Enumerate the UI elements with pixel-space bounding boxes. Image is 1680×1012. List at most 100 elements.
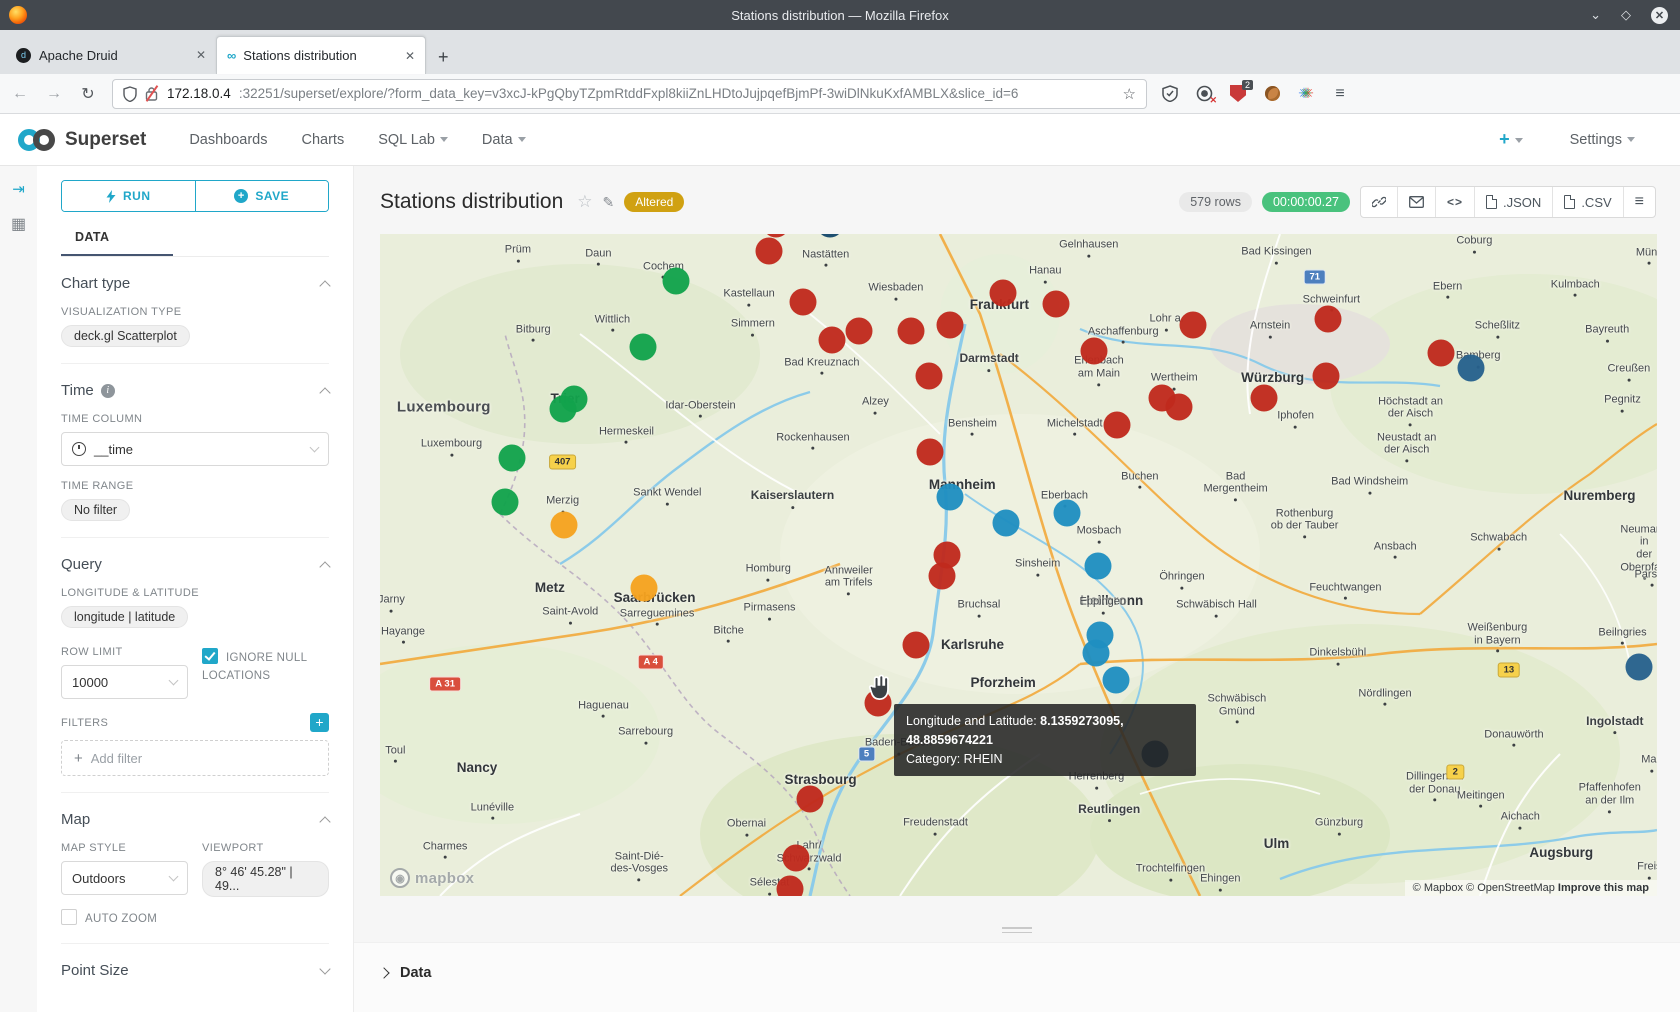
scatter-point[interactable] (783, 844, 810, 871)
scatter-point[interactable] (992, 510, 1019, 537)
deckgl-map[interactable]: PrümDaunNastättenGelnhausenHanauBad Kiss… (380, 234, 1657, 896)
colorful-extension-icon[interactable]: ✳ (1297, 85, 1315, 103)
scatter-point[interactable] (898, 317, 925, 344)
add-filter-box[interactable]: + Add filter (61, 740, 329, 776)
scatter-point[interactable] (936, 484, 963, 511)
scatter-point[interactable] (917, 439, 944, 466)
scatter-point[interactable] (1166, 394, 1193, 421)
reload-icon[interactable]: ↻ (78, 84, 98, 104)
scatter-point[interactable] (1457, 354, 1484, 381)
nav-settings[interactable]: Settings (1570, 132, 1635, 148)
section-header[interactable]: Point Size (61, 962, 329, 979)
scatter-point[interactable] (1102, 666, 1129, 693)
scatter-point[interactable] (1103, 411, 1130, 438)
nav-sql-lab[interactable]: SQL Lab (378, 132, 448, 148)
tab-data[interactable]: DATA (61, 230, 109, 254)
scatter-point[interactable] (1626, 653, 1653, 680)
time-range-pill[interactable]: No filter (61, 499, 130, 521)
nav-data[interactable]: Data (482, 132, 526, 148)
scatter-point[interactable] (776, 875, 803, 896)
tab-close-icon[interactable]: ✕ (196, 48, 206, 62)
ignore-null-checkbox[interactable] (202, 648, 218, 664)
email-button[interactable] (1398, 187, 1436, 217)
bookmark-star-icon[interactable]: ☆ (1123, 85, 1136, 103)
scatter-point[interactable] (630, 333, 657, 360)
menu-hamburger-icon[interactable]: ≡ (1331, 85, 1349, 103)
nav-charts[interactable]: Charts (302, 132, 345, 148)
minimize-icon[interactable]: ⌄ (1590, 7, 1601, 23)
insecure-lock-icon[interactable] (145, 86, 159, 102)
scatter-point[interactable] (928, 562, 955, 589)
embed-code-button[interactable]: <> (1436, 187, 1475, 217)
close-icon[interactable]: ✕ (1651, 7, 1668, 24)
scatter-point[interactable] (789, 288, 816, 315)
scatter-point[interactable] (1180, 312, 1207, 339)
mask-extension-icon[interactable]: ✕ (1195, 85, 1213, 103)
scatter-point[interactable] (550, 511, 577, 538)
save-button[interactable]: + SAVE (196, 181, 329, 211)
row-limit-select[interactable]: 10000 (61, 665, 188, 699)
scatter-point[interactable] (1054, 500, 1081, 527)
viewport-pill[interactable]: 8° 46' 45.28" | 49... (202, 861, 329, 897)
tab-apache-druid[interactable]: d Apache Druid ✕ (6, 36, 216, 74)
section-header[interactable]: Chart type (61, 275, 329, 292)
run-button[interactable]: RUN (62, 181, 196, 211)
collapse-panel-icon[interactable]: ⇥ (12, 180, 25, 198)
scatter-point[interactable] (1313, 363, 1340, 390)
scatter-point[interactable] (1250, 385, 1277, 412)
back-icon[interactable]: ← (10, 85, 30, 103)
maximize-icon[interactable]: ◇ (1621, 7, 1631, 23)
panel-resize-handle[interactable] (1002, 924, 1032, 936)
scatter-point[interactable] (916, 362, 943, 389)
attrib-mapbox[interactable]: © Mapbox (1413, 882, 1463, 894)
add-new-button[interactable]: + (1499, 129, 1523, 150)
scatter-point[interactable] (631, 574, 658, 601)
scatter-point[interactable] (1042, 290, 1069, 317)
dataset-grid-icon[interactable]: ▦ (11, 214, 26, 234)
auto-zoom-checkbox[interactable] (61, 909, 77, 925)
section-header[interactable]: Query (61, 556, 329, 573)
cookie-extension-icon[interactable] (1263, 85, 1281, 103)
time-column-select[interactable]: __time (61, 432, 329, 466)
scatter-point[interactable] (756, 238, 783, 265)
tab-stations-distribution[interactable]: ∞ Stations distribution ✕ (216, 36, 426, 74)
scatter-point[interactable] (936, 312, 963, 339)
attrib-osm[interactable]: © OpenStreetMap (1466, 882, 1555, 894)
scatter-point[interactable] (1080, 337, 1107, 364)
scatter-point[interactable] (819, 326, 846, 353)
add-filter-plus-icon[interactable]: + (310, 713, 329, 732)
scatter-point[interactable] (1084, 553, 1111, 580)
viz-type-pill[interactable]: deck.gl Scatterplot (61, 325, 190, 347)
export-json-button[interactable]: .JSON (1475, 187, 1553, 217)
export-csv-button[interactable]: .CSV (1553, 187, 1623, 217)
ublock-icon[interactable]: 2 (1229, 85, 1247, 103)
scatter-point[interactable] (549, 396, 576, 423)
url-bar[interactable]: 172.18.0.4:32251/superset/explore/?form_… (112, 79, 1147, 109)
scatter-point[interactable] (797, 785, 824, 812)
scatter-point[interactable] (990, 279, 1017, 306)
edit-properties-icon[interactable]: ✎ (603, 194, 615, 211)
scatter-point[interactable] (1083, 640, 1110, 667)
scatter-point[interactable] (816, 234, 843, 238)
shield-extension-icon[interactable] (1161, 85, 1179, 103)
scatter-point[interactable] (663, 268, 690, 295)
data-collapse-panel[interactable]: Data (354, 942, 1680, 1012)
share-link-button[interactable] (1361, 187, 1398, 217)
new-tab-button[interactable]: + (438, 47, 449, 74)
favorite-star-icon[interactable]: ☆ (577, 192, 592, 212)
section-header[interactable]: Map (61, 811, 329, 828)
lonlat-pill[interactable]: longitude | latitude (61, 606, 188, 628)
nav-dashboards[interactable]: Dashboards (189, 132, 267, 148)
scatter-point[interactable] (498, 444, 525, 471)
attrib-improve-link[interactable]: Improve this map (1558, 882, 1649, 894)
scatter-point[interactable] (903, 632, 930, 659)
chart-menu-button[interactable]: ≡ (1624, 187, 1655, 217)
scatter-point[interactable] (492, 489, 519, 516)
scatter-point[interactable] (1428, 340, 1455, 367)
section-header[interactable]: Timei (61, 382, 329, 399)
scatter-point[interactable] (845, 317, 872, 344)
map-style-select[interactable]: Outdoors (61, 861, 188, 895)
scatter-point[interactable] (1314, 305, 1341, 332)
tracking-shield-icon[interactable] (123, 86, 137, 102)
mapbox-logo[interactable]: ◉ mapbox (390, 868, 474, 888)
